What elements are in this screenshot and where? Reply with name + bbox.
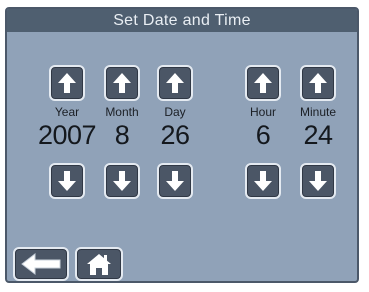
arrow-down-icon (58, 171, 76, 191)
hour-up-button[interactable] (245, 65, 281, 101)
minute-up-button[interactable] (300, 65, 336, 101)
minute-value: 24 (303, 120, 333, 150)
hour-down-button[interactable] (245, 163, 281, 199)
arrow-down-icon (254, 171, 272, 191)
arrow-up-icon (309, 73, 327, 93)
month-down-button[interactable] (104, 163, 140, 199)
day-down-button[interactable] (157, 163, 193, 199)
arrow-up-icon (254, 73, 272, 93)
arrow-up-icon (166, 73, 184, 93)
day-label: Day (164, 105, 186, 119)
year-up-button[interactable] (49, 65, 85, 101)
set-date-time-screen: Set Date and Time Year 2007 Month 8 Day … (5, 7, 359, 283)
back-button[interactable] (13, 247, 69, 281)
month-up-button[interactable] (104, 65, 140, 101)
arrow-down-icon (166, 171, 184, 191)
day-value: 26 (160, 120, 190, 150)
arrow-up-icon (113, 73, 131, 93)
minute-label: Minute (299, 105, 337, 119)
home-icon (87, 254, 111, 275)
back-arrow-icon (21, 252, 61, 276)
title-bar: Set Date and Time (7, 9, 357, 32)
arrow-up-icon (58, 73, 76, 93)
day-up-button[interactable] (157, 65, 193, 101)
home-button[interactable] (75, 247, 123, 281)
arrow-down-icon (309, 171, 327, 191)
year-down-button[interactable] (49, 163, 85, 199)
minute-down-button[interactable] (300, 163, 336, 199)
screen-title: Set Date and Time (113, 12, 251, 29)
arrow-down-icon (113, 171, 131, 191)
